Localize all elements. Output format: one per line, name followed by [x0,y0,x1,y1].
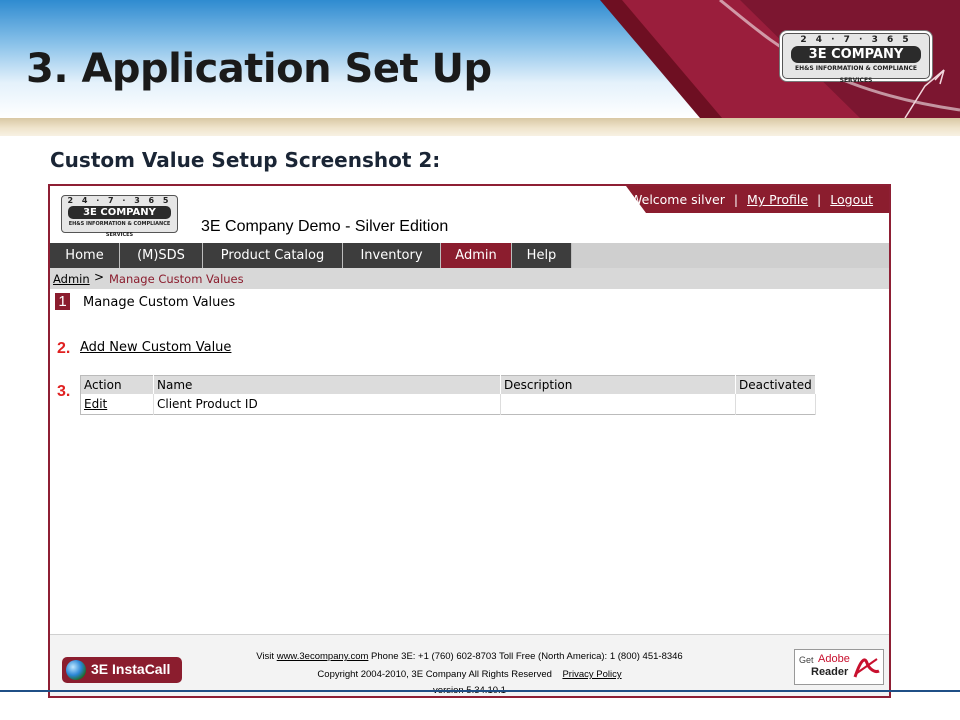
nav-tab-admin[interactable]: Admin [441,243,512,268]
logo-tagline: EH&S INFORMATION & COMPLIANCE SERVICES [795,65,917,84]
header-band [0,118,960,136]
adobe-get-text: Get [799,655,814,665]
slide-title: 3. Application Set Up [26,46,492,92]
app-logo-digits: 2 4 · 7 · 3 6 5 [67,196,172,205]
row-name-cell: Client Product ID [153,394,501,414]
nav-tab-product-catalog[interactable]: Product Catalog [203,243,343,268]
breadcrumb-admin-link[interactable]: Admin [53,272,90,286]
column-header-action: Action [80,375,154,394]
app-footer: 3E InstaCall Visit www.3ecompany.com Pho… [50,634,889,696]
column-header-name: Name [153,375,501,394]
footer-copyright-line: Copyright 2004-2010, 3E Company All Righ… [50,669,889,680]
app-logo[interactable]: 2 4 · 7 · 3 6 5 3E COMPANY EH&S INFORMAT… [61,195,178,238]
step-2-marker: 2. [57,340,71,357]
table-row: Edit Client Product ID [80,394,816,414]
row-action-cell: Edit [80,394,154,414]
step-1-marker: 1 [55,293,70,310]
edit-link[interactable]: Edit [84,397,107,411]
footer-phone-text: Phone 3E: +1 (760) 602-8703 Toll Free (N… [371,651,683,662]
row-deactivated-cell [735,394,816,414]
row-description-cell [500,394,736,414]
copyright-text: Copyright 2004-2010, 3E Company All Righ… [317,669,552,680]
app-title: 3E Company Demo - Silver Edition [201,218,449,235]
user-bar-separator: | [733,192,739,207]
logo-name: 3E COMPANY [791,46,921,63]
nav-tab-home[interactable]: Home [50,243,120,268]
footer-visit-text: Visit [256,651,275,662]
footer-contact-line: Visit www.3ecompany.com Phone 3E: +1 (76… [50,651,889,662]
breadcrumb-current: Manage Custom Values [109,272,244,286]
main-nav: Home (M)SDS Product Catalog Inventory Ad… [50,243,889,268]
app-logo-tagline: EH&S INFORMATION & COMPLIANCE SERVICES [68,221,171,238]
privacy-policy-link[interactable]: Privacy Policy [562,669,621,680]
adobe-reader-icon [853,658,880,678]
company-site-link[interactable]: www.3ecompany.com [277,651,369,662]
app-screenshot: 2 4 · 7 · 3 6 5 3E COMPANY EH&S INFORMAT… [48,184,891,698]
user-bar-separator: | [817,192,822,207]
welcome-text: Welcome silver [630,192,725,207]
get-adobe-reader-badge[interactable]: Get Adobe Reader [794,649,884,685]
breadcrumb-arrow: > [94,270,105,284]
slide-header: 2 4 · 7 · 3 6 5 3E COMPANY EH&S INFORMAT… [0,0,960,118]
nav-filler [572,243,889,268]
table-header-row: Action Name Description Deactivated [80,375,816,394]
slide-bottom-rule [0,690,960,692]
nav-tab-inventory[interactable]: Inventory [343,243,441,268]
column-header-description: Description [500,375,736,394]
adobe-brand-text: Adobe [818,653,850,665]
user-bar: Welcome silver | My Profile | Logout [626,186,889,213]
slide-subtitle: Custom Value Setup Screenshot 2: [50,148,441,172]
app-logo-name: 3E COMPANY [68,206,171,219]
nav-tab-help[interactable]: Help [512,243,572,268]
page-heading: Manage Custom Values [83,295,236,310]
adobe-product-text: Reader [811,666,849,678]
step-3-marker: 3. [57,383,71,400]
custom-values-table: Action Name Description Deactivated Edit… [80,375,816,415]
breadcrumb: Admin > Manage Custom Values [50,268,889,289]
add-new-custom-value-link[interactable]: Add New Custom Value [80,340,231,355]
logout-link[interactable]: Logout [830,192,873,207]
company-logo: 2 4 · 7 · 3 6 5 3E COMPANY EH&S INFORMAT… [782,33,930,84]
column-header-deactivated: Deactivated [735,375,816,394]
my-profile-link[interactable]: My Profile [747,192,808,207]
logo-digits: 2 4 · 7 · 3 6 5 [800,35,912,45]
nav-tab-msds[interactable]: (M)SDS [120,243,203,268]
user-links: Welcome silver | My Profile | Logout [626,192,889,207]
